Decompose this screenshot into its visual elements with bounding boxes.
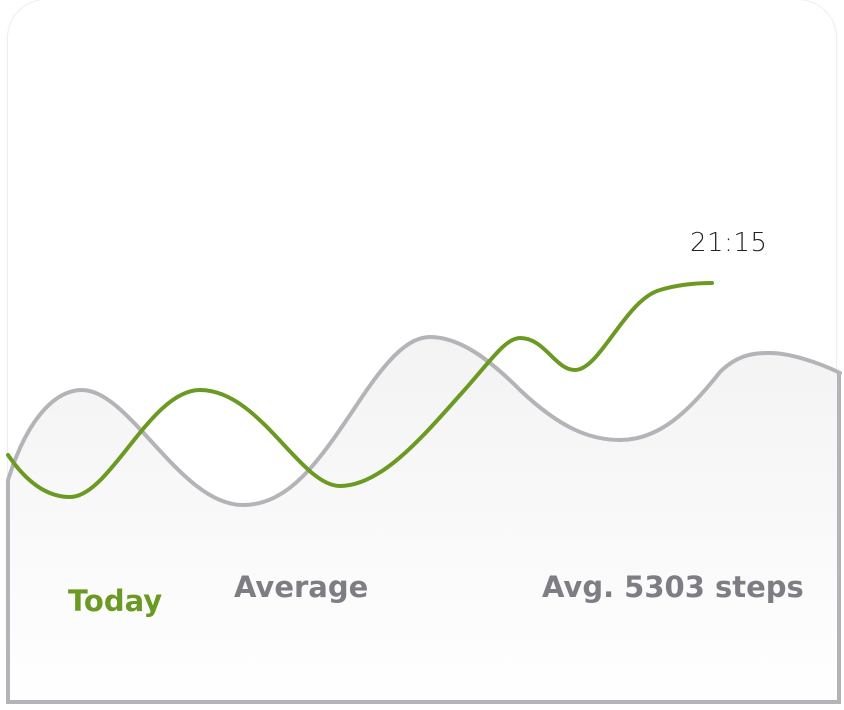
average-area: [8, 337, 840, 710]
legend-average-label[interactable]: Average: [234, 570, 368, 604]
time-marker-label: 21:15: [690, 228, 768, 258]
average-steps-label: Avg. 5303 steps: [542, 570, 804, 604]
legend-today-label[interactable]: Today: [68, 584, 162, 618]
